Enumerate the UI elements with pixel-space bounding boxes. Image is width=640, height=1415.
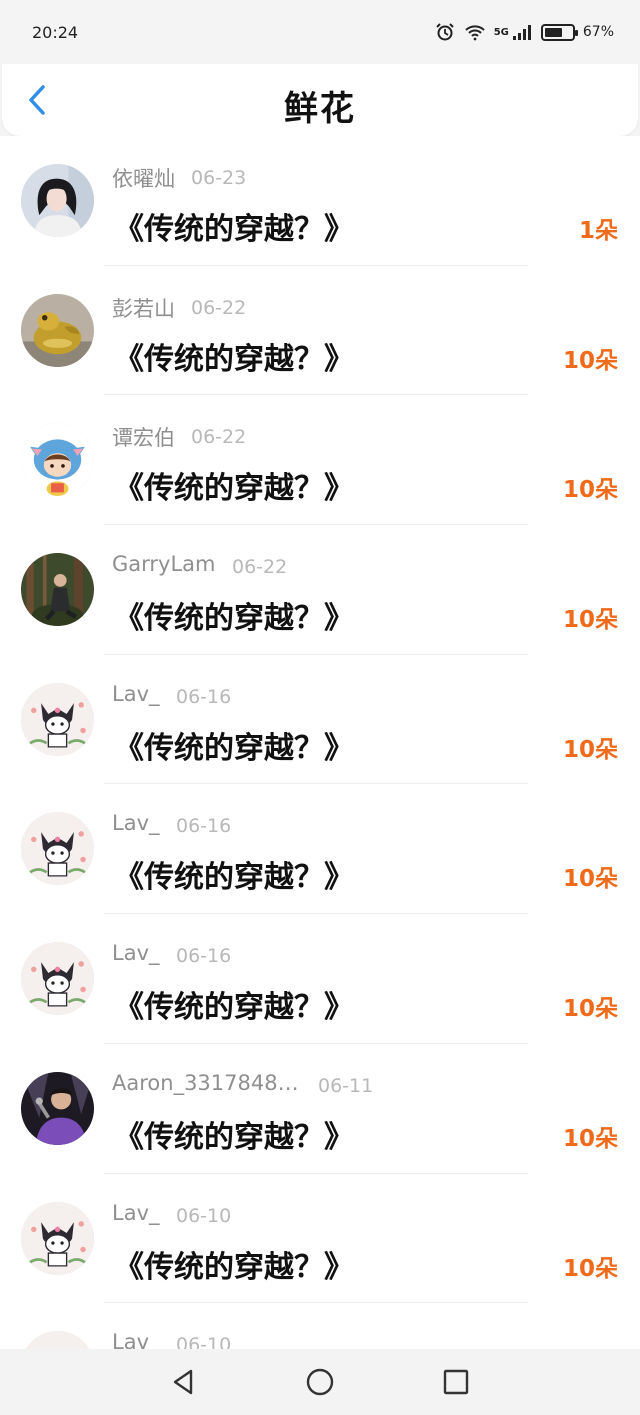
gift-date: 06-16	[176, 685, 232, 708]
avatar[interactable]	[21, 682, 94, 756]
battery-percent: 67%	[582, 24, 614, 40]
triangle-back-icon	[173, 1369, 193, 1395]
work-title[interactable]: 《传统的穿越？》	[114, 204, 354, 248]
flower-record-row[interactable]: GarryLam 06-22 《传统的穿越？》 10朵	[0, 525, 640, 655]
user-name[interactable]: Lav_	[112, 811, 160, 835]
gift-date: 06-16	[176, 815, 232, 838]
flower-record-list[interactable]: 依曜灿 06-23 《传统的穿越？》 1朵 彭若山 06-22 《传统的穿越？》 10朵 谭宏伯…	[0, 136, 640, 1349]
work-title[interactable]: 《传统的穿越？》	[114, 1242, 354, 1286]
flower-record-row[interactable]: Lav_ 06-10 《传统的穿越？》 10朵	[0, 1174, 640, 1304]
user-name[interactable]: 谭宏伯	[112, 422, 175, 452]
work-title[interactable]: 《传统的穿越？》	[114, 852, 354, 896]
work-title[interactable]: 《传统的穿越？》	[114, 463, 354, 507]
page-header: 鲜花	[2, 64, 638, 136]
flower-record-row[interactable]: 谭宏伯 06-22 《传统的穿越？》 10朵	[0, 395, 640, 525]
status-bar: 20:24 5G 67%	[0, 0, 640, 64]
flower-record-row[interactable]: Lav_ 06-16 《传统的穿越？》 10朵	[0, 784, 640, 914]
avatar[interactable]	[21, 423, 94, 497]
flower-count: 10朵	[562, 1125, 618, 1152]
avatar[interactable]	[21, 1071, 94, 1145]
work-title[interactable]: 《传统的穿越？》	[114, 723, 354, 767]
nav-back-button[interactable]	[162, 1360, 206, 1404]
work-title[interactable]: 《传统的穿越？》	[114, 593, 354, 637]
gift-date: 06-23	[191, 167, 247, 189]
status-time: 20:24	[32, 22, 79, 42]
flower-count: 10朵	[562, 1255, 618, 1282]
user-name[interactable]: Lav_	[112, 941, 160, 965]
work-title[interactable]: 《传统的穿越？》	[114, 982, 354, 1026]
system-navigation-bar	[0, 1349, 640, 1415]
avatar[interactable]	[21, 942, 94, 1016]
gift-date: 06-22	[191, 296, 247, 319]
avatar[interactable]	[21, 1331, 94, 1349]
status-icons: 5G 67%	[434, 23, 614, 41]
flower-count: 10朵	[562, 736, 618, 763]
nav-home-button[interactable]	[298, 1360, 342, 1404]
flower-count: 10朵	[562, 607, 618, 634]
avatar[interactable]	[21, 1201, 94, 1275]
gift-date: 06-11	[318, 1074, 374, 1097]
avatar[interactable]	[21, 164, 94, 237]
user-name[interactable]: Aaron_33178484…	[112, 1071, 302, 1095]
flower-record-row[interactable]: Aaron_33178484… 06-11 《传统的穿越？》 10朵	[0, 1044, 640, 1174]
network-5g-label: 5G	[493, 26, 509, 38]
avatar[interactable]	[21, 553, 94, 627]
flower-record-row[interactable]: 彭若山 06-22 《传统的穿越？》 10朵	[0, 266, 640, 396]
avatar[interactable]	[21, 812, 94, 886]
flower-count: 10朵	[562, 996, 618, 1023]
flower-count: 10朵	[562, 477, 618, 504]
gift-date: 06-10	[176, 1334, 232, 1349]
square-recents-icon	[443, 1369, 469, 1395]
user-name[interactable]: GarryLam	[112, 552, 216, 576]
user-name[interactable]: Lav_	[112, 682, 160, 706]
user-name[interactable]: Lav_	[112, 1201, 160, 1225]
nav-recents-button[interactable]	[434, 1360, 478, 1404]
user-name[interactable]: 彭若山	[112, 293, 175, 323]
wifi-icon	[464, 23, 486, 41]
work-title[interactable]: 《传统的穿越？》	[114, 1112, 354, 1156]
gift-date: 06-16	[176, 945, 232, 968]
circle-home-icon	[306, 1368, 334, 1396]
flower-record-row[interactable]: 依曜灿 06-23 《传统的穿越？》 1朵	[0, 136, 640, 266]
user-name[interactable]: 依曜灿	[112, 163, 175, 193]
flower-record-row[interactable]: Lav_ 06-16 《传统的穿越？》 10朵	[0, 914, 640, 1044]
user-name[interactable]: Lav_	[112, 1330, 160, 1349]
flower-count: 1朵	[578, 218, 618, 244]
flower-count: 10朵	[562, 347, 618, 374]
work-title[interactable]: 《传统的穿越？》	[114, 334, 354, 378]
gift-date: 06-22	[232, 556, 288, 579]
signal-icon	[511, 23, 533, 41]
battery-icon	[540, 23, 578, 41]
flower-count: 10朵	[562, 866, 618, 893]
gift-date: 06-10	[176, 1204, 232, 1227]
gift-date: 06-22	[191, 426, 247, 449]
page-title: 鲜花	[284, 89, 356, 129]
avatar[interactable]	[21, 293, 94, 367]
alarm-icon	[434, 23, 456, 41]
flower-record-row[interactable]: Lav_ 06-10	[0, 1303, 640, 1349]
flower-record-row[interactable]: Lav_ 06-16 《传统的穿越？》 10朵	[0, 655, 640, 785]
